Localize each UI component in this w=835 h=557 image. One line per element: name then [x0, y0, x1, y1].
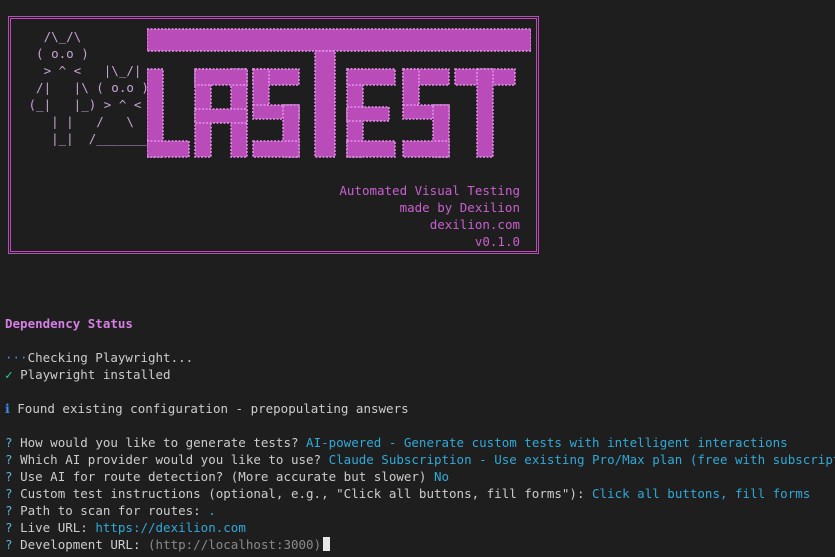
- checking-line: ···Checking Playwright...: [5, 349, 193, 366]
- info-icon: ℹ: [5, 401, 10, 416]
- prompt-line: ? Which AI provider would you like to us…: [5, 451, 835, 468]
- tagline-website: dexilion.com: [429, 217, 520, 232]
- prompt-line-active[interactable]: ? Development URL: (http://localhost:300…: [5, 536, 331, 553]
- prompt-answer: No: [433, 469, 450, 484]
- question-mark-icon: ?: [5, 435, 13, 450]
- installed-line: ✓ Playwright installed: [5, 366, 171, 383]
- checking-text: Checking Playwright...: [27, 350, 194, 365]
- tagline: Automated Visual Testing made by Dexilio…: [339, 182, 520, 250]
- config-line: ℹ Found existing configuration - prepopu…: [5, 400, 409, 417]
- installed-text: Playwright installed: [20, 367, 171, 382]
- question-mark-icon: ?: [5, 537, 13, 552]
- checkmark-icon: ✓: [5, 367, 13, 382]
- dev-url-default: (http://localhost:3000): [148, 537, 322, 552]
- prompt-line: ? Custom test instructions (optional, e.…: [5, 485, 810, 502]
- prompt-answer: https://dexilion.com: [95, 520, 246, 535]
- prompt-question: Use AI for route detection? (More accura…: [20, 469, 427, 484]
- tagline-subtitle: Automated Visual Testing: [339, 183, 520, 198]
- config-text: Found existing configuration - prepopula…: [17, 401, 409, 416]
- prompt-question: How would you like to generate tests?: [20, 435, 299, 450]
- ascii-banner: /\_/\ ( o.o ) > ^ < |\_/| /| |\ ( o.o ) …: [8, 16, 539, 254]
- question-mark-icon: ?: [5, 503, 13, 518]
- tagline-version: v0.1.0: [474, 234, 520, 249]
- prompt-line: ? How would you like to generate tests? …: [5, 434, 788, 451]
- prompt-answer: AI-powered - Generate custom tests with …: [306, 435, 788, 450]
- lastest-logo: [147, 28, 531, 158]
- prompt-answer: .: [208, 503, 216, 518]
- question-mark-icon: ?: [5, 469, 13, 484]
- spinner-icon: ···: [5, 350, 28, 365]
- prompt-line: ? Path to scan for routes: .: [5, 502, 216, 519]
- cat-ascii-art: /\_/\ ( o.o ) > ^ < |\_/| /| |\ ( o.o ) …: [28, 29, 157, 146]
- prompt-answer: Claude Subscription - Use existing Pro/M…: [328, 452, 835, 467]
- prompt-answer: Click all buttons, fill forms: [592, 486, 811, 501]
- question-mark-icon: ?: [5, 452, 13, 467]
- prompt-question: Development URL:: [20, 537, 141, 552]
- prompt-question: Which AI provider would you like to use?: [20, 452, 322, 467]
- prompt-line: ? Use AI for route detection? (More accu…: [5, 468, 449, 485]
- dependency-heading: Dependency Status: [5, 316, 133, 331]
- prompt-question: Live URL:: [20, 520, 88, 535]
- prompt-question: Path to scan for routes:: [20, 503, 201, 518]
- prompt-line: ? Live URL: https://dexilion.com: [5, 519, 246, 536]
- terminal-cursor[interactable]: [323, 537, 331, 551]
- question-mark-icon: ?: [5, 520, 13, 535]
- tagline-author: made by Dexilion: [399, 200, 520, 215]
- question-mark-icon: ?: [5, 486, 13, 501]
- prompt-question: Custom test instructions (optional, e.g.…: [20, 486, 585, 501]
